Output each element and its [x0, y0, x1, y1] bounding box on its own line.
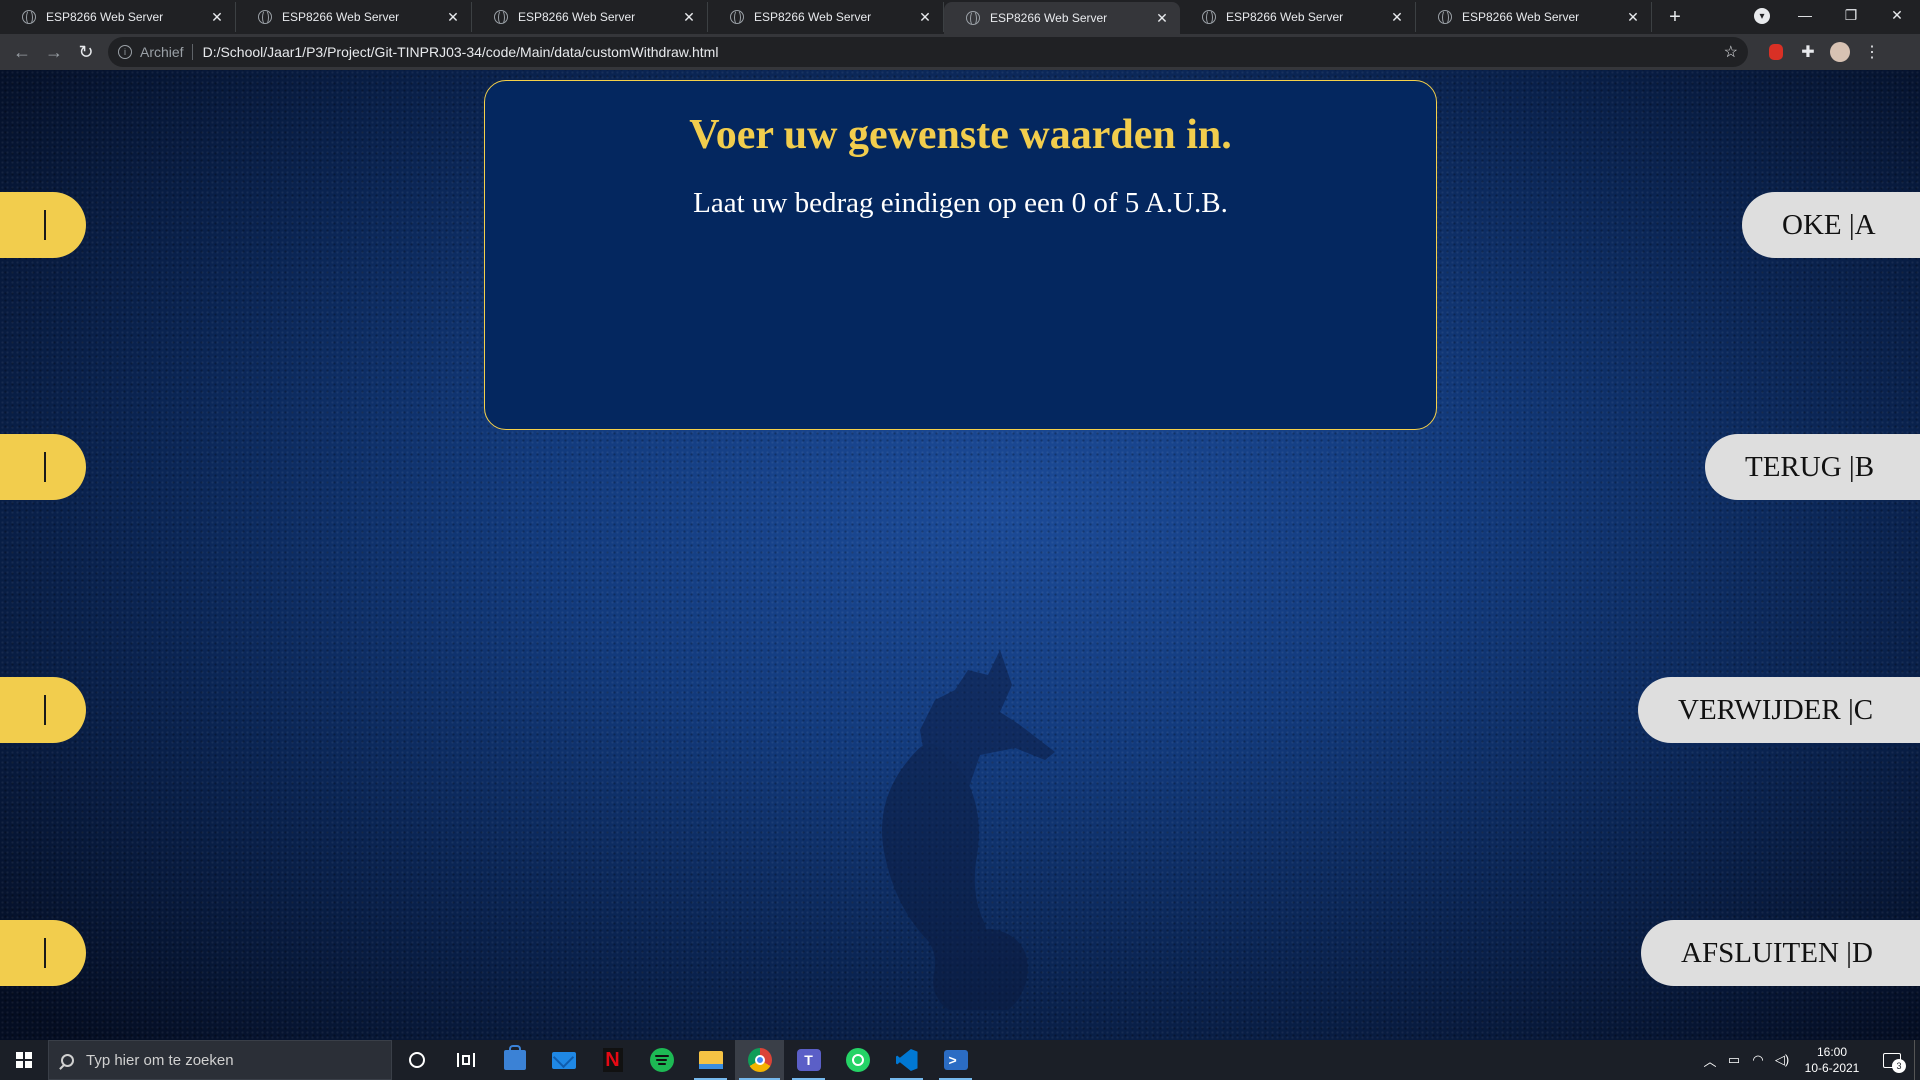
- browser-tab[interactable]: ESP8266 Web Server ✕: [1416, 2, 1652, 32]
- afsluiten-button[interactable]: AFSLUITEN |D: [1641, 920, 1920, 986]
- forward-arrow-icon[interactable]: →: [38, 36, 70, 68]
- cortana-icon[interactable]: [392, 1040, 441, 1080]
- terug-button[interactable]: TERUG |B: [1705, 434, 1920, 500]
- cursor-bar-icon: [44, 695, 46, 725]
- close-icon[interactable]: ✕: [1389, 9, 1405, 26]
- powershell-icon[interactable]: >: [931, 1040, 980, 1080]
- restore-button[interactable]: ❐: [1828, 7, 1874, 24]
- browser-tab[interactable]: ESP8266 Web Server ✕: [472, 2, 708, 32]
- tab-title: ESP8266 Web Server: [1462, 10, 1580, 24]
- close-icon[interactable]: ✕: [445, 9, 461, 26]
- seahorse-image: [882, 650, 1055, 1010]
- clock[interactable]: 16:00 10-6-2021: [1794, 1044, 1870, 1076]
- verwijder-button[interactable]: VERWIJDER |C: [1638, 677, 1920, 743]
- cursor-bar-icon: [44, 210, 46, 240]
- browser-tab[interactable]: ESP8266 Web Server ✕: [1180, 2, 1416, 32]
- globe-icon: [22, 10, 36, 25]
- globe-icon: [1438, 10, 1452, 25]
- left-side-button-4[interactable]: [0, 920, 86, 986]
- left-side-button-2[interactable]: [0, 434, 86, 500]
- search-icon: [61, 1053, 74, 1067]
- minimize-button[interactable]: —: [1782, 7, 1828, 23]
- left-side-button-3[interactable]: [0, 677, 86, 743]
- windows-logo-icon: [16, 1052, 32, 1068]
- close-icon[interactable]: ✕: [681, 9, 697, 26]
- profile-avatar[interactable]: [1824, 36, 1856, 68]
- battery-icon[interactable]: ▭: [1722, 1052, 1746, 1068]
- info-icon[interactable]: i: [118, 45, 132, 59]
- volume-icon[interactable]: ◁): [1770, 1052, 1794, 1068]
- close-icon[interactable]: ✕: [917, 9, 933, 26]
- chrome-icon[interactable]: [735, 1040, 784, 1080]
- tab-title: ESP8266 Web Server: [282, 10, 400, 24]
- new-tab-button[interactable]: +: [1660, 2, 1690, 32]
- globe-icon: [258, 10, 272, 25]
- task-view-icon[interactable]: [441, 1040, 490, 1080]
- wifi-icon[interactable]: ◠: [1746, 1052, 1770, 1068]
- cursor-bar-icon: [44, 938, 46, 968]
- tab-title: ESP8266 Web Server: [518, 10, 636, 24]
- netflix-icon[interactable]: N: [588, 1040, 637, 1080]
- tab-title: ESP8266 Web Server: [754, 10, 872, 24]
- chevron-up-icon[interactable]: ︿: [1698, 1051, 1722, 1070]
- clock-time: 16:00: [1816, 1045, 1848, 1059]
- address-scheme-label: Archief: [140, 44, 193, 60]
- address-url[interactable]: D:/School/Jaar1/P3/Project/Git-TINPRJ03-…: [203, 44, 1724, 60]
- whatsapp-icon[interactable]: [833, 1040, 882, 1080]
- page-subtitle: Laat uw bedrag eindigen op een 0 of 5 A.…: [693, 187, 1228, 219]
- tab-title: ESP8266 Web Server: [46, 10, 164, 24]
- search-placeholder: Typ hier om te zoeken: [86, 1051, 234, 1069]
- teams-icon[interactable]: T: [784, 1040, 833, 1080]
- taskbar-search-input[interactable]: Typ hier om te zoeken: [48, 1040, 392, 1080]
- instruction-panel: Voer uw gewenste waarden in. Laat uw bed…: [484, 80, 1437, 430]
- address-bar[interactable]: i Archief D:/School/Jaar1/P3/Project/Git…: [108, 37, 1748, 67]
- reload-icon[interactable]: ↻: [70, 36, 102, 68]
- clock-date: 10-6-2021: [1804, 1061, 1860, 1075]
- vscode-icon[interactable]: [882, 1040, 931, 1080]
- page-title: Voer uw gewenste waarden in.: [689, 112, 1232, 158]
- notification-badge: 3: [1892, 1059, 1906, 1073]
- bookmark-star-icon[interactable]: ☆: [1724, 42, 1738, 62]
- oke-button[interactable]: OKE |A: [1742, 192, 1920, 258]
- cursor-bar-icon: [44, 452, 46, 482]
- page-viewport: Voer uw gewenste waarden in. Laat uw bed…: [0, 70, 1920, 1040]
- spotify-icon[interactable]: [637, 1040, 686, 1080]
- start-button[interactable]: [0, 1040, 48, 1080]
- left-side-button-1[interactable]: [0, 192, 86, 258]
- browser-toolbar: ← → ↻ i Archief D:/School/Jaar1/P3/Proje…: [0, 34, 1920, 70]
- globe-icon: [730, 10, 744, 25]
- tab-search-icon[interactable]: ▾: [1754, 8, 1770, 24]
- close-icon[interactable]: ✕: [209, 9, 225, 26]
- browser-tab-strip: ESP8266 Web Server ✕ ESP8266 Web Server …: [0, 0, 1920, 34]
- mail-icon[interactable]: [539, 1040, 588, 1080]
- globe-icon: [1202, 10, 1216, 25]
- file-explorer-icon[interactable]: [686, 1040, 735, 1080]
- tab-title: ESP8266 Web Server: [1226, 10, 1344, 24]
- browser-tab[interactable]: ESP8266 Web Server ✕: [236, 2, 472, 32]
- back-arrow-icon[interactable]: ←: [6, 36, 38, 68]
- globe-icon: [966, 11, 980, 26]
- system-tray: ︿ ▭ ◠ ◁) 16:00 10-6-2021 3: [1698, 1040, 1920, 1080]
- browser-tab-active[interactable]: ESP8266 Web Server ✕: [944, 2, 1180, 34]
- browser-tab[interactable]: ESP8266 Web Server ✕: [708, 2, 944, 32]
- window-controls: — ❐ ✕: [1782, 0, 1920, 30]
- extensions-puzzle-icon[interactable]: ✚: [1792, 36, 1824, 68]
- globe-icon: [494, 10, 508, 25]
- close-icon[interactable]: ✕: [1625, 9, 1641, 26]
- show-desktop-button[interactable]: [1914, 1040, 1920, 1080]
- extension-red-icon[interactable]: [1760, 36, 1792, 68]
- close-icon[interactable]: ✕: [1154, 10, 1170, 27]
- store-icon[interactable]: [490, 1040, 539, 1080]
- close-window-button[interactable]: ✕: [1874, 7, 1920, 24]
- windows-taskbar: Typ hier om te zoeken N T > ︿ ▭ ◠ ◁) 16:…: [0, 1040, 1920, 1080]
- more-menu-icon[interactable]: ⋮: [1856, 36, 1888, 68]
- tab-title: ESP8266 Web Server: [990, 11, 1108, 25]
- notification-center-button[interactable]: 3: [1870, 1040, 1914, 1080]
- browser-tab[interactable]: ESP8266 Web Server ✕: [0, 2, 236, 32]
